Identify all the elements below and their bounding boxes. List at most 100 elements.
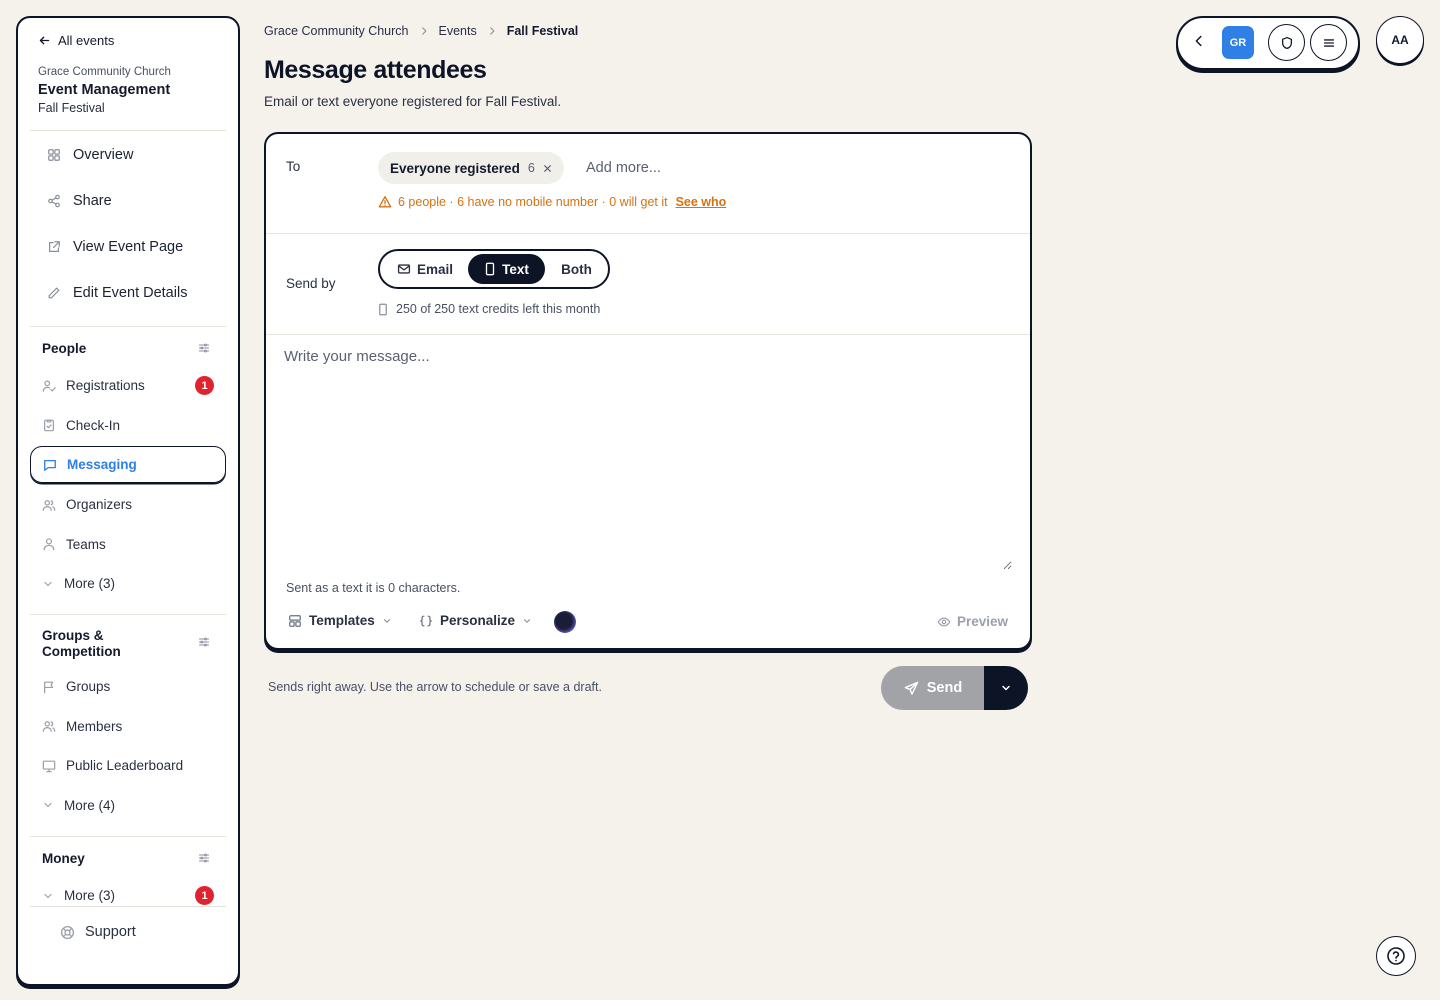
sidebar-item-check-in[interactable]: Check-In [30, 406, 226, 446]
divider [266, 233, 1030, 234]
avatar[interactable]: AA [1376, 16, 1424, 64]
people-nav: Registrations 1 Check-In Messaging Organ… [30, 366, 226, 604]
sidebar-item-label: Overview [73, 147, 134, 163]
templates-button[interactable]: Templates [288, 613, 392, 628]
ai-assistant-icon[interactable] [554, 611, 576, 633]
all-events-link[interactable]: All events [38, 33, 114, 48]
message-icon [43, 458, 57, 472]
delivery-warning: 6 people · 6 have no mobile number · 0 w… [378, 195, 726, 209]
sidebar-item-groups[interactable]: Groups [30, 667, 226, 707]
close-icon[interactable] [543, 164, 552, 173]
sidebar-item-label: Organizers [66, 497, 133, 513]
sidebar-item-edit-event-details[interactable]: Edit Event Details [30, 270, 226, 316]
chevron-left-icon[interactable] [1192, 34, 1206, 48]
sidebar-item-label: Messaging [67, 457, 137, 472]
main-nav: Overview Share View Event Page Edit Even… [30, 132, 226, 316]
section-title: Money [42, 851, 85, 866]
support-label: Support [85, 924, 136, 940]
users-icon [42, 719, 56, 733]
recipient-chip[interactable]: Everyone registered 6 [378, 152, 564, 184]
breadcrumb-org[interactable]: Grace Community Church [264, 24, 409, 38]
external-link-icon [47, 240, 61, 254]
sidebar-item-organizers[interactable]: Organizers [30, 485, 226, 525]
send-button[interactable]: Send [881, 666, 985, 710]
sidebar-item-label: Registrations [66, 378, 145, 394]
breadcrumb-events[interactable]: Events [439, 24, 477, 38]
user-check-icon [42, 379, 56, 393]
channel-label: Both [561, 261, 592, 277]
sidebar-item-label: Check-In [66, 417, 121, 433]
sidebar-item-label: Share [73, 193, 112, 209]
section-title: Groups & Competition [42, 628, 121, 659]
divider [30, 614, 226, 615]
channel-email[interactable]: Email [384, 254, 466, 284]
sidebar-item-teams[interactable]: Teams [30, 525, 226, 565]
sidebar-item-label: View Event Page [73, 239, 184, 255]
pencil-icon [47, 286, 61, 300]
sidebar-item-messaging[interactable]: Messaging [30, 446, 226, 483]
event-context: Grace Community Church Event Management … [38, 66, 171, 115]
sidebar-item-share[interactable]: Share [30, 178, 226, 224]
sidebar-item-money-more[interactable]: More (3) 1 [30, 876, 226, 916]
sidebar-item-members[interactable]: Members [30, 707, 226, 747]
help-button[interactable] [1376, 936, 1416, 976]
channel-text[interactable]: Text [468, 254, 545, 284]
add-recipients-input[interactable]: Add more... [586, 160, 661, 176]
workspace-button[interactable]: GR [1222, 26, 1254, 59]
preview-button[interactable]: Preview [937, 614, 1008, 629]
chevron-down-icon [1000, 682, 1012, 694]
lifebuoy-icon [60, 925, 75, 940]
send-split-button: Send [881, 666, 1028, 710]
shield-icon [1280, 36, 1294, 50]
section-title: People [42, 341, 87, 356]
section-groups-competition: Groups & Competition [42, 628, 210, 660]
section-settings-icon[interactable] [198, 636, 210, 648]
sidebar-item-registrations[interactable]: Registrations 1 [30, 366, 226, 406]
send-by-label: Send by [286, 276, 336, 291]
phone-icon [378, 303, 388, 316]
personalize-button[interactable]: Personalize [419, 613, 532, 628]
share-icon [47, 194, 61, 208]
section-money: Money [42, 851, 210, 867]
message-input[interactable] [284, 348, 1012, 570]
send-label: Send [926, 680, 963, 696]
groups-nav: Groups Members Public Leaderboard More (… [30, 667, 226, 825]
sidebar-item-public-leaderboard[interactable]: Public Leaderboard [30, 746, 226, 786]
channel-label: Email [416, 261, 454, 277]
divider [266, 334, 1030, 335]
schedule-options-button[interactable] [984, 666, 1028, 710]
notification-badge: 1 [195, 886, 214, 906]
text-credits: 250 of 250 text credits left this month [378, 302, 600, 316]
sidebar: All events Grace Community Church Event … [16, 16, 240, 986]
flag-icon [42, 680, 56, 694]
sidebar-item-people-more[interactable]: More (3) [30, 564, 226, 604]
recipient-count: 6 [527, 161, 535, 175]
support-link[interactable]: Support [60, 924, 136, 940]
sidebar-item-view-event-page[interactable]: View Event Page [30, 224, 226, 270]
chevron-right-icon [419, 26, 429, 36]
menu-button[interactable] [1310, 24, 1347, 61]
mail-icon [397, 262, 411, 276]
sidebar-item-overview[interactable]: Overview [30, 132, 226, 178]
sidebar-item-groups-more[interactable]: More (4) [30, 786, 226, 826]
phone-icon [484, 262, 496, 276]
shield-button[interactable] [1268, 24, 1305, 61]
section-settings-icon[interactable] [198, 342, 210, 354]
section-settings-icon[interactable] [198, 852, 210, 864]
menu-icon [1322, 36, 1336, 50]
top-toolbar: GR [1176, 16, 1360, 70]
templates-label: Templates [309, 613, 375, 628]
template-icon [288, 614, 302, 628]
sidebar-item-label: Edit Event Details [73, 285, 188, 301]
arrow-left-icon [38, 34, 51, 47]
see-who-link[interactable]: See who [676, 195, 727, 209]
personalize-label: Personalize [440, 613, 516, 628]
sidebar-item-label: Groups [66, 679, 111, 695]
team-icon [42, 537, 56, 551]
send-hint: Sends right away. Use the arrow to sched… [268, 680, 602, 694]
chevron-down-icon [42, 890, 54, 902]
send-icon [904, 681, 919, 696]
to-label: To [286, 159, 301, 174]
page-subtitle: Email or text everyone registered for Fa… [264, 94, 562, 109]
channel-both[interactable]: Both [547, 254, 606, 284]
